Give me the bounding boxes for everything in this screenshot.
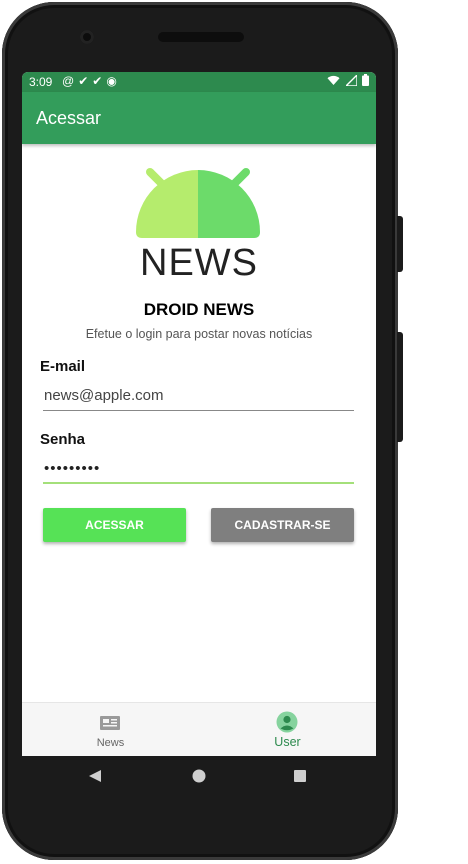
nav-item-news[interactable]: News	[22, 703, 199, 756]
check-icon: ✔	[92, 74, 107, 88]
system-status-icons	[327, 73, 369, 88]
power-button	[397, 216, 403, 272]
nav-item-user[interactable]: User	[199, 703, 376, 756]
check-icon: ✔	[78, 74, 93, 88]
notification-icons: @✔✔◉	[62, 74, 121, 88]
login-button[interactable]: ACESSAR	[43, 508, 186, 542]
system-navigation-bar	[22, 756, 376, 796]
signal-icon	[343, 73, 358, 87]
home-icon[interactable]	[192, 769, 206, 783]
front-camera	[80, 30, 94, 44]
chrome-icon: ◉	[106, 74, 121, 88]
android-logo-icon	[136, 168, 260, 238]
app-bar: Acessar	[22, 92, 376, 144]
at-icon: @	[62, 74, 79, 88]
recents-icon[interactable]	[294, 770, 306, 782]
register-button[interactable]: CADASTRAR-SE	[211, 508, 354, 542]
status-time: 3:09	[29, 75, 53, 89]
logo-wordmark: NEWS	[140, 242, 258, 284]
back-icon[interactable]	[88, 769, 102, 783]
app-name-heading: DROID NEWS	[143, 300, 255, 319]
password-field[interactable]: •••••••••	[43, 458, 354, 484]
page-title: Acessar	[36, 108, 102, 128]
newspaper-icon	[100, 716, 120, 730]
app-screen: 3:09 @✔✔◉ Acessar NEWS DROID NEWS Efetue…	[22, 72, 376, 756]
nav-label-news: News	[96, 737, 125, 749]
earpiece-speaker	[158, 32, 244, 42]
bottom-navigation: News User	[22, 702, 376, 756]
nav-label-user: User	[274, 735, 301, 749]
user-icon	[276, 711, 298, 733]
volume-button	[397, 332, 403, 442]
status-bar: 3:09 @✔✔◉	[22, 72, 376, 92]
battery-icon	[362, 74, 369, 86]
login-instructions: Efetue o login para postar novas notícia…	[85, 327, 313, 341]
email-label: E-mail	[40, 358, 86, 375]
wifi-icon	[327, 75, 340, 85]
password-label: Senha	[40, 431, 86, 448]
email-field[interactable]: news@apple.com	[43, 385, 354, 411]
